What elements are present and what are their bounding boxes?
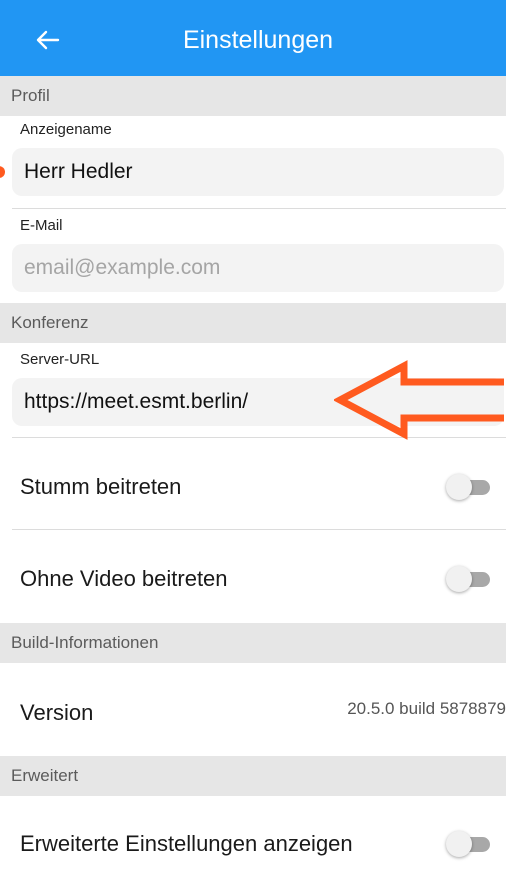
- section-header-conference: Konferenz: [0, 303, 506, 343]
- join-muted-label: Stumm beitreten: [20, 474, 182, 499]
- join-no-video-label: Ohne Video beitreten: [20, 566, 228, 591]
- version-label: Version: [20, 700, 94, 725]
- toggle-thumb: [446, 566, 472, 592]
- annotation-dot: [0, 166, 5, 178]
- section-header-profile: Profil: [0, 76, 506, 116]
- toggle-thumb: [446, 474, 472, 500]
- server-url-label: Server-URL: [20, 351, 100, 368]
- show-advanced-toggle[interactable]: [446, 831, 492, 857]
- toggle-thumb: [446, 831, 472, 857]
- join-no-video-toggle[interactable]: [446, 566, 492, 592]
- section-header-build: Build-Informationen: [0, 623, 506, 663]
- email-label: E-Mail: [20, 217, 63, 234]
- app-bar: Einstellungen: [0, 0, 506, 80]
- display-name-input[interactable]: [12, 148, 504, 196]
- divider: [12, 529, 506, 530]
- version-value: 20.5.0 build 5878879: [347, 699, 506, 718]
- annotation-arrow-icon: [334, 360, 504, 440]
- show-advanced-label: Erweiterte Einstellungen anzeigen: [20, 831, 353, 856]
- email-input[interactable]: [12, 244, 504, 292]
- join-muted-toggle[interactable]: [446, 474, 492, 500]
- section-header-advanced: Erweitert: [0, 756, 506, 796]
- display-name-label: Anzeigename: [20, 121, 112, 138]
- divider: [12, 208, 506, 209]
- page-title: Einstellungen: [182, 25, 334, 54]
